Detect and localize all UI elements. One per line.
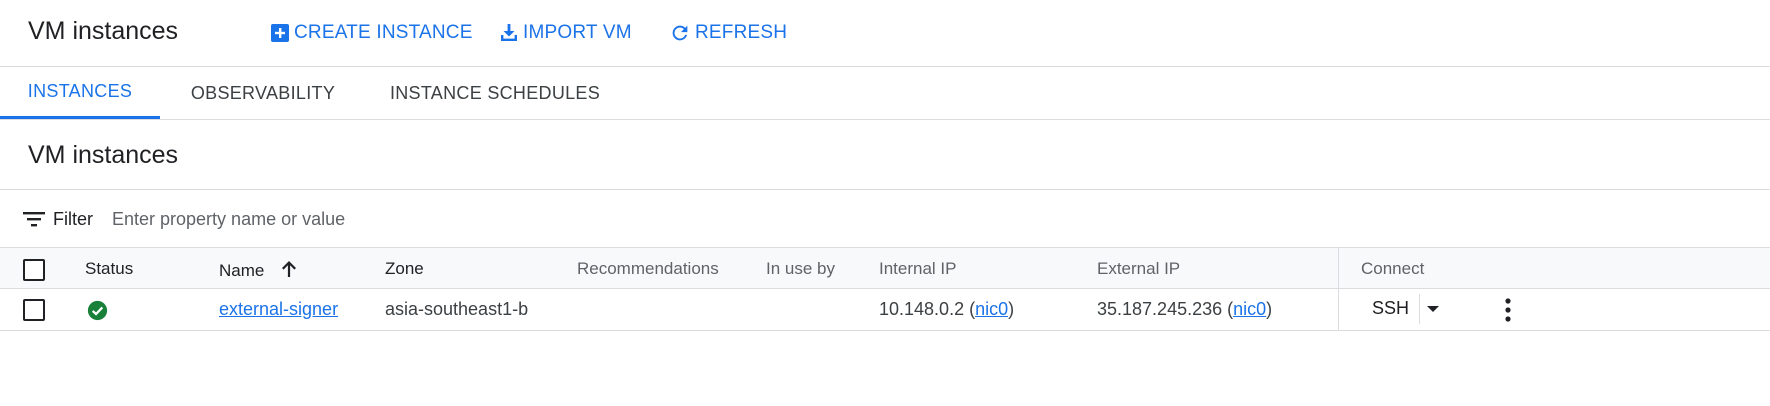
create-instance-label: CREATE INSTANCE <box>294 22 473 43</box>
table-row: external-signer asia-southeast1-b 10.148… <box>0 289 1770 331</box>
filter-input[interactable] <box>104 204 620 234</box>
tab-instance-schedules[interactable]: INSTANCE SCHEDULES <box>382 67 608 119</box>
check-circle-icon <box>87 300 108 321</box>
select-all-checkbox[interactable] <box>23 259 45 281</box>
download-icon <box>501 24 517 41</box>
import-vm-button[interactable]: IMPORT VM <box>499 20 632 46</box>
create-instance-button[interactable]: CREATE INSTANCE <box>270 20 473 46</box>
column-in-use-by[interactable]: In use by <box>766 259 835 279</box>
column-name-label: Name <box>219 261 265 280</box>
section-title: VM instances <box>28 141 179 169</box>
column-internal-ip[interactable]: Internal IP <box>879 259 957 279</box>
tab-instances[interactable]: INSTANCES <box>0 67 160 119</box>
filter-label: Filter <box>53 209 93 229</box>
refresh-icon <box>672 25 688 41</box>
column-status[interactable]: Status <box>85 259 133 279</box>
page-title: VM instances <box>28 17 179 45</box>
internal-ip: 10.148.0.2 (nic0) <box>879 299 1015 319</box>
internal-nic-link[interactable]: nic0 <box>975 299 1008 319</box>
column-zone[interactable]: Zone <box>385 259 424 279</box>
add-box-icon <box>271 24 289 42</box>
column-external-ip[interactable]: External IP <box>1097 259 1180 279</box>
tab-bar: INSTANCES OBSERVABILITY INSTANCE SCHEDUL… <box>0 67 1770 120</box>
sort-ascending-icon[interactable] <box>279 259 299 279</box>
ssh-button[interactable]: SSH <box>1372 298 1409 319</box>
internal-ip-value: 10.148.0.2 <box>879 299 965 319</box>
column-name[interactable]: Name <box>219 259 299 281</box>
filter-bar: Filter <box>0 189 1770 247</box>
ssh-split-divider <box>1419 294 1420 324</box>
row-checkbox[interactable] <box>23 299 45 321</box>
caret-down-icon[interactable] <box>1426 304 1440 314</box>
table-header: Status Name Zone Recommendations In use … <box>0 247 1770 289</box>
instance-name-link[interactable]: external-signer <box>219 299 338 320</box>
external-ip-value: 35.187.245.236 <box>1097 299 1223 319</box>
tab-observability[interactable]: OBSERVABILITY <box>178 67 348 119</box>
more-vert-icon[interactable] <box>1500 297 1516 323</box>
refresh-label: REFRESH <box>695 22 788 43</box>
filter-icon[interactable] <box>23 211 45 227</box>
top-toolbar: VM instances CREATE INSTANCE IMPORT VM R… <box>0 0 1770 67</box>
external-nic-link[interactable]: nic0 <box>1233 299 1266 319</box>
external-ip: 35.187.245.236 (nic0) <box>1097 299 1273 319</box>
instance-zone: asia-southeast1-b <box>385 299 529 319</box>
column-connect[interactable]: Connect <box>1361 259 1424 279</box>
column-recommendations[interactable]: Recommendations <box>577 259 719 279</box>
refresh-button[interactable]: REFRESH <box>669 20 787 46</box>
import-vm-label: IMPORT VM <box>523 22 632 43</box>
